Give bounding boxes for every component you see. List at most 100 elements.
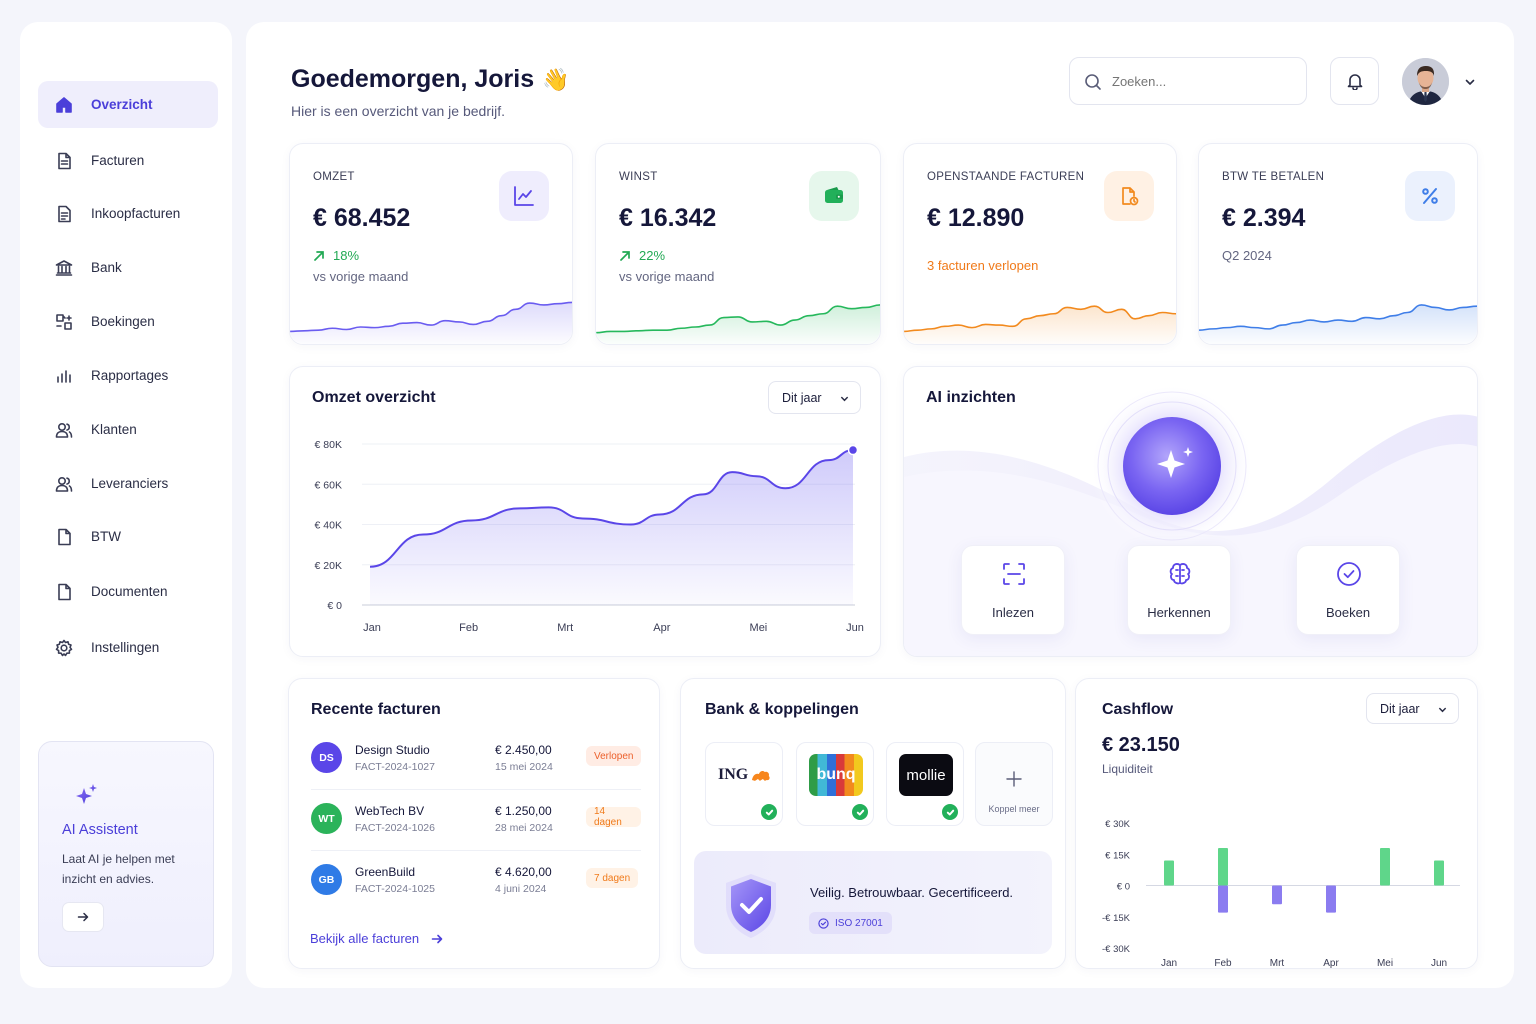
vat-icon — [54, 527, 74, 547]
cashflow-bar — [1218, 848, 1228, 886]
wallet-icon — [809, 171, 859, 221]
badge-check-icon — [818, 917, 829, 929]
invoice-date: 4 juni 2024 — [495, 883, 547, 895]
search-input[interactable] — [1069, 57, 1307, 105]
sidebar-item-label: Instellingen — [91, 640, 160, 655]
cashflow-chart: € 30K € 15K € 0 -€ 15K -€ 30K Jan Feb Mrt Apr Mei… — [1102, 819, 1460, 969]
revenue-point — [847, 444, 859, 456]
iso-badge: ISO 27001 — [809, 912, 892, 934]
sidebar-item-label: Bank — [91, 260, 122, 275]
invoice-amount: € 1.250,00 — [495, 804, 552, 818]
y-tick-label: € 30K — [1105, 819, 1130, 830]
sidebar-item-documenten[interactable]: Documenten — [38, 568, 218, 615]
sidebar-item-overzicht[interactable]: Overzicht — [38, 81, 218, 128]
kpi-change: 18% — [313, 248, 359, 263]
sidebar-item-label: Rapportages — [91, 368, 169, 383]
sidebar: Overzicht Facturen Inkoopfacturen Bank B… — [20, 22, 232, 988]
avatar-image — [1402, 58, 1449, 105]
invoice-icon — [54, 151, 74, 171]
sparkline-area — [1199, 304, 1477, 344]
kpi-sparkline — [596, 304, 880, 344]
sidebar-item-label: Klanten — [91, 422, 137, 437]
cashflow-bar — [1380, 848, 1390, 886]
table-row[interactable]: DS Design Studio FACT-2024-1027 € 2.450,… — [311, 737, 642, 785]
x-tick-label: Mrt — [1270, 958, 1285, 969]
divider — [311, 789, 641, 790]
kpi-card-openstaande-facturen: OPENSTAANDE FACTUREN € 12.890 3 facturen… — [903, 143, 1177, 345]
y-tick-label: € 60K — [315, 479, 342, 491]
view-all-invoices-link[interactable]: Bekijk alle facturen — [310, 931, 443, 946]
y-tick-label: € 0 — [1117, 882, 1130, 893]
ai-action-boeken[interactable]: Boeken — [1296, 545, 1400, 635]
arrow-right-icon — [77, 912, 89, 922]
kpi-card-btw: BTW TE BETALEN € 2.394 Q2 2024 — [1198, 143, 1478, 345]
wave-emoji: 👋 — [542, 66, 570, 92]
notifications-button[interactable] — [1330, 57, 1379, 105]
recent-invoices-card: Recente facturen DS Design Studio FACT-2… — [288, 678, 660, 969]
kpi-change: 22% — [619, 248, 665, 263]
sidebar-item-rapportages[interactable]: Rapportages — [38, 352, 218, 399]
bank-name: mollie — [906, 766, 946, 784]
sidebar-item-leveranciers[interactable]: Leveranciers — [38, 460, 218, 507]
table-row[interactable]: GB GreenBuild FACT-2024-1025 € 4.620,00 … — [311, 859, 641, 907]
divider — [311, 850, 641, 851]
ai-action-inlezen[interactable]: Inlezen — [961, 545, 1065, 635]
invoice-customer: WebTech BV — [355, 804, 425, 818]
section-title: Recente facturen — [311, 701, 441, 718]
invoice-number: FACT-2024-1025 — [355, 883, 435, 895]
revenue-area — [370, 450, 853, 605]
ai-assistant-text-1: Laat AI je helpen met — [62, 852, 175, 866]
arrow-right-icon — [431, 934, 443, 943]
bank-tile-ing[interactable]: ING — [705, 742, 783, 826]
search-field[interactable] — [1112, 70, 1292, 92]
sparkline-area — [596, 304, 880, 344]
revenue-overview-card: Omzet overzicht Dit jaar € 80K € 60K € 40K… — [289, 366, 881, 657]
kpi-label: BTW TE BETALEN — [1222, 171, 1325, 183]
bank-card: Bank & koppelingen ING bunq mollie Koppe… — [680, 678, 1066, 969]
sidebar-item-inkoopfacturen[interactable]: Inkoopfacturen — [38, 190, 218, 237]
mollie-logo: mollie — [899, 754, 953, 796]
sidebar-item-btw[interactable]: BTW — [38, 513, 218, 560]
kpi-value: € 2.394 — [1222, 204, 1306, 232]
ai-assistant-button[interactable] — [62, 902, 104, 932]
avatar[interactable] — [1402, 58, 1449, 105]
connected-check-icon — [852, 804, 868, 820]
reports-icon — [54, 366, 74, 386]
add-connection-label: Koppel meer — [988, 804, 1040, 814]
y-tick-label: -€ 30K — [1102, 944, 1131, 955]
chevron-down-icon[interactable] — [1465, 77, 1475, 87]
sparkle-icon — [76, 784, 97, 804]
sidebar-item-boekingen[interactable]: Boekingen — [38, 298, 218, 345]
ai-action-herkennen[interactable]: Herkennen — [1127, 545, 1231, 635]
connected-check-icon — [761, 804, 777, 820]
revenue-chart: € 80K € 60K € 40K € 20K € 0 Jan Feb Mrt Apr Mei Ju… — [315, 439, 864, 634]
invoice-amount: € 4.620,00 — [495, 865, 552, 879]
sidebar-item-label: Inkoopfacturen — [91, 206, 181, 221]
bank-tile-mollie[interactable]: mollie — [886, 742, 964, 826]
invoice-number: FACT-2024-1026 — [355, 822, 435, 834]
sidebar-item-facturen[interactable]: Facturen — [38, 137, 218, 184]
sidebar-item-bank[interactable]: Bank — [38, 244, 218, 291]
y-tick-label: € 20K — [315, 560, 342, 572]
sidebar-item-instellingen[interactable]: Instellingen — [38, 624, 218, 671]
x-tick-label: Mei — [750, 622, 768, 634]
invoice-customer: GreenBuild — [355, 865, 416, 879]
bank-tile-bunq[interactable]: bunq — [796, 742, 874, 826]
purchase-invoice-icon — [54, 204, 74, 224]
avatar: WT — [311, 803, 342, 834]
shield-check-icon — [726, 874, 776, 938]
bookings-icon — [54, 312, 74, 332]
ing-logo: ING — [718, 754, 772, 796]
add-connection-button[interactable]: Koppel meer — [975, 742, 1053, 826]
cashflow-bar — [1434, 860, 1444, 886]
x-tick-label: Mei — [1377, 958, 1393, 969]
kpi-card-omzet: OMZET € 68.452 18% vs vorige maand — [289, 143, 573, 345]
suppliers-icon — [54, 474, 74, 494]
table-row[interactable]: WT WebTech BV FACT-2024-1026 € 1.250,00 … — [311, 798, 641, 846]
kpi-sparkline — [904, 305, 1176, 344]
ing-lion-icon — [752, 771, 770, 781]
sidebar-item-klanten[interactable]: Klanten — [38, 406, 218, 453]
ai-action-label: Herkennen — [1147, 605, 1211, 620]
cashflow-bar — [1326, 885, 1336, 913]
kpi-value: € 16.342 — [619, 204, 717, 232]
